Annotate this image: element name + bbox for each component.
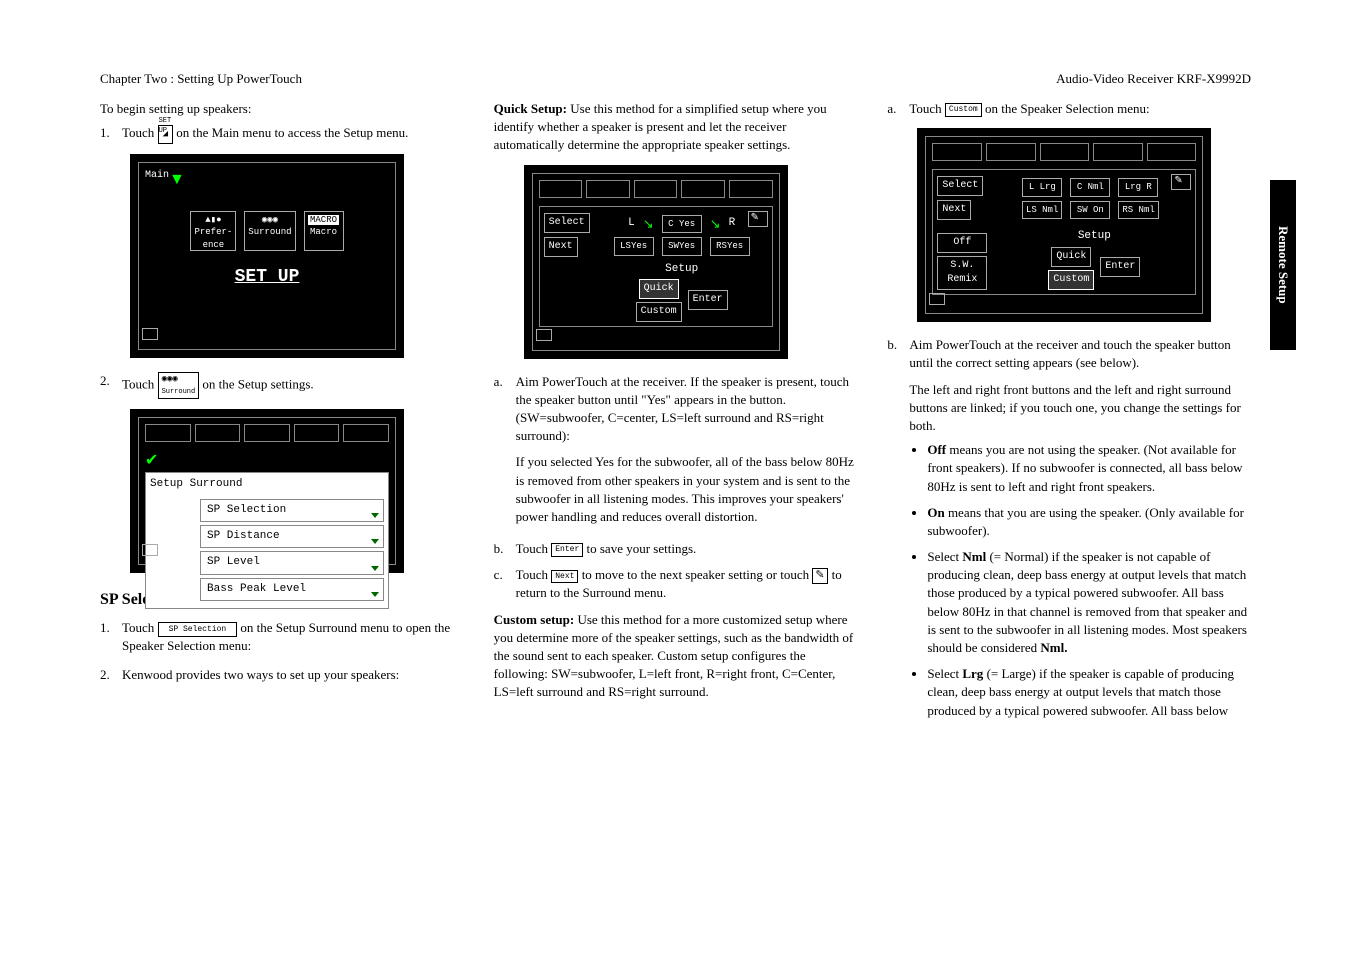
- next-box: Next: [544, 237, 578, 257]
- menu-sp-level: SP Level: [200, 551, 384, 574]
- quick-setup-para: Quick Setup: Use this method for a simpl…: [494, 100, 858, 155]
- rs-nml-box: RS Nml: [1118, 201, 1158, 220]
- off-box: Off: [937, 233, 987, 253]
- surround-icon: ◉◉◉Surround: [158, 372, 200, 399]
- setup-label: Setup: [596, 262, 768, 277]
- step-body: Touch SET UP◢ on the Main menu to access…: [122, 124, 464, 143]
- c-yes-box: C Yes: [662, 215, 702, 234]
- step-number: 1.: [100, 619, 122, 655]
- bullet-on: On means that you are using the speaker.…: [927, 504, 1251, 540]
- arrow-icon: ↘: [710, 215, 721, 233]
- lrg-r-box: Lrg R: [1118, 178, 1158, 197]
- enter-box: Enter: [688, 290, 728, 310]
- substep-letter: a.: [887, 100, 909, 118]
- c-nml-box: C Nml: [1070, 178, 1110, 197]
- next-box: Next: [937, 200, 971, 220]
- enter-box: Enter: [1100, 257, 1140, 277]
- menu-sp-selection: SP Selection: [200, 499, 384, 522]
- text: The left and right front buttons and the…: [909, 381, 1251, 436]
- pencil-icon: [1171, 174, 1191, 190]
- column-3: a. Touch Custom on the Speaker Selection…: [887, 100, 1251, 914]
- menu-preference: ▲▮●Prefer-ence: [190, 211, 236, 251]
- sp-selection-button-icon: SP Selection: [158, 622, 238, 637]
- bullet-off: Off means you are not using the speaker.…: [927, 441, 1251, 496]
- main-menu-screenshot: Main ▼ ▲▮●Prefer-ence ◉◉◉Surround MACROM…: [130, 154, 404, 358]
- pencil-icon: [748, 211, 768, 227]
- sw-box: SWYes: [662, 237, 702, 256]
- column-2: Quick Setup: Use this method for a simpl…: [494, 100, 858, 914]
- next-button-icon: Next: [551, 570, 578, 583]
- setup-label: Setup: [997, 229, 1191, 244]
- intro-text: To begin setting up speakers:: [100, 100, 464, 118]
- select-box: Select: [544, 213, 590, 233]
- bullet-lrg: Select Lrg (= Large) if the speaker is c…: [927, 665, 1251, 720]
- arrow-down-icon: ▼: [169, 169, 185, 191]
- arrow-icon: ↘: [643, 215, 654, 233]
- text: Touch Enter to save your settings.: [516, 540, 858, 558]
- main-label: Main: [145, 169, 169, 183]
- text: on the Main menu to access the Setup men…: [173, 125, 408, 140]
- quick-setup-label: Quick Setup:: [494, 101, 567, 116]
- setup-surround-screenshot: ✔ Setup Surround SP Selection SP Distanc…: [130, 409, 404, 573]
- back-icon: [142, 544, 158, 556]
- substep-letter: c.: [494, 566, 516, 602]
- custom-box: Custom: [636, 302, 682, 322]
- l-lrg-box: L Lrg: [1022, 178, 1062, 197]
- step-body: Kenwood provides two ways to set up your…: [122, 666, 464, 684]
- enter-button-icon: Enter: [551, 543, 583, 556]
- menu-sp-distance: SP Distance: [200, 525, 384, 548]
- substep-letter: a.: [494, 373, 516, 533]
- menu-macro: MACROMacro: [304, 211, 344, 251]
- step-body: Touch ◉◉◉Surround on the Setup settings.: [122, 372, 464, 399]
- menu-surround: ◉◉◉Surround: [244, 211, 295, 251]
- quick-box: Quick: [1051, 247, 1091, 267]
- quick-box: Quick: [639, 279, 679, 299]
- ls-box: LSYes: [614, 237, 654, 256]
- text: on the Setup settings.: [199, 376, 313, 391]
- menu-bass-peak: Bass Peak Level: [200, 578, 384, 601]
- step-body: Touch SP Selection on the Setup Surround…: [122, 619, 464, 655]
- back-icon: [142, 328, 158, 340]
- check-icon: ✔: [145, 450, 389, 472]
- l-label: L: [628, 216, 635, 231]
- sw-remix-box: S.W. Remix: [937, 256, 987, 290]
- text: If you selected Yes for the subwoofer, a…: [516, 453, 858, 526]
- step-number: 2.: [100, 372, 122, 399]
- setup-icon: SET UP◢: [158, 125, 173, 144]
- setup-label: SET UP: [145, 265, 389, 290]
- product-label: Audio-Video Receiver KRF-X9992D: [1056, 70, 1251, 88]
- r-label: R: [729, 216, 736, 231]
- text: Touch: [122, 620, 158, 635]
- custom-setup-para: Custom setup: Use this method for a more…: [494, 611, 858, 702]
- substep-letter: b.: [887, 336, 909, 728]
- text: Touch Custom on the Speaker Selection me…: [909, 100, 1251, 118]
- column-1: To begin setting up speakers: 1. Touch S…: [100, 100, 464, 914]
- custom-box: Custom: [1048, 270, 1094, 290]
- select-box: Select: [937, 176, 983, 196]
- text: Aim PowerTouch at the receiver. If the s…: [516, 373, 858, 446]
- chapter-label: Chapter Two : Setting Up PowerTouch: [100, 70, 302, 88]
- substep-letter: b.: [494, 540, 516, 558]
- bullet-nml: Select Nml (= Normal) if the speaker is …: [927, 548, 1251, 657]
- custom-setup-label: Custom setup:: [494, 612, 575, 627]
- custom-setup-screenshot: Select Next L Lrg C Nml Lrg R L: [917, 128, 1211, 322]
- rs-box: RSYes: [710, 237, 750, 256]
- quick-setup-screenshot: Select Next L ↘ C Yes ↘ R: [524, 165, 788, 359]
- pencil-icon: [812, 568, 828, 584]
- back-icon: [929, 293, 945, 305]
- sw-on-box: SW On: [1070, 201, 1110, 220]
- text: Touch: [122, 376, 158, 391]
- screen-title: Setup Surround: [150, 477, 384, 492]
- text: Touch Next to move to the next speaker s…: [516, 566, 858, 602]
- text: Aim PowerTouch at the receiver and touch…: [909, 336, 1251, 372]
- side-tab: Remote Setup: [1270, 180, 1296, 350]
- step-number: 2.: [100, 666, 122, 684]
- ls-nml-box: LS Nml: [1022, 201, 1062, 220]
- custom-button-icon: Custom: [945, 103, 982, 116]
- step-number: 1.: [100, 124, 122, 143]
- back-icon: [536, 329, 552, 341]
- text: Touch: [122, 125, 158, 140]
